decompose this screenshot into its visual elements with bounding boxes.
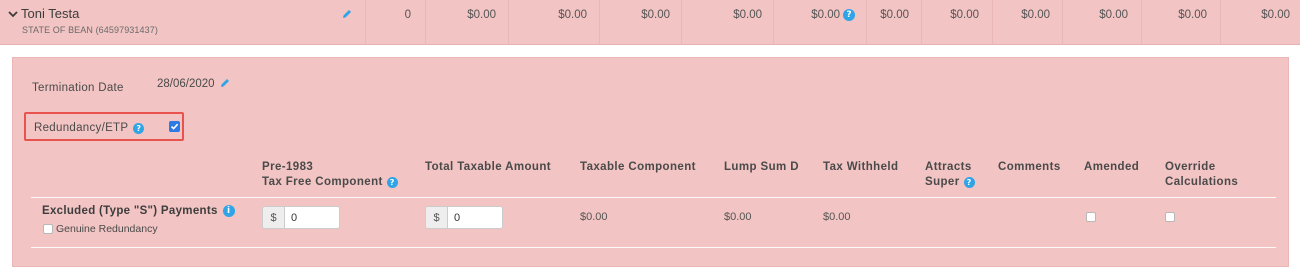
column-header-taxable-component: Taxable Component bbox=[580, 161, 696, 173]
total-taxable-input[interactable] bbox=[448, 207, 502, 228]
override-calculations-checkbox[interactable] bbox=[1165, 212, 1175, 222]
lump-sum-d-value: $0.00 bbox=[724, 211, 752, 223]
employee-cell: $0.00 bbox=[921, 0, 992, 45]
column-header-override: Override Calculations bbox=[1165, 161, 1239, 188]
column-header-pre1983: Pre-1983 Tax Free Component? bbox=[262, 160, 398, 190]
info-icon[interactable]: i bbox=[222, 205, 235, 217]
redundancy-etp-label: Redundancy/ETP bbox=[34, 122, 129, 134]
tax-withheld-value: $0.00 bbox=[823, 211, 851, 223]
pencil-icon[interactable] bbox=[341, 8, 353, 20]
excluded-payments-label: Excluded (Type "S") Payments i bbox=[42, 205, 235, 217]
employee-info: Toni Testa STATE OF BEAN (64597931437) bbox=[8, 6, 158, 35]
employee-cell: $0.00 bbox=[1062, 0, 1141, 45]
pencil-icon[interactable] bbox=[219, 77, 231, 89]
employee-subtitle: STATE OF BEAN (64597931437) bbox=[22, 25, 158, 35]
chevron-down-icon[interactable] bbox=[8, 9, 18, 19]
employee-cell: $0.00 bbox=[866, 0, 921, 45]
employee-row[interactable]: Toni Testa STATE OF BEAN (64597931437) 0… bbox=[0, 0, 1300, 45]
column-header-comments: Comments bbox=[998, 161, 1061, 173]
currency-prefix: $ bbox=[263, 207, 285, 228]
help-icon[interactable]: ? bbox=[843, 9, 855, 21]
column-header-attracts-super: Attracts Super? bbox=[925, 160, 975, 190]
column-header-total-taxable: Total Taxable Amount bbox=[425, 161, 551, 173]
employee-cell: $0.00 bbox=[1220, 0, 1300, 45]
employee-cell: $0.00 bbox=[1141, 0, 1220, 45]
amended-checkbox[interactable] bbox=[1086, 212, 1096, 222]
termination-date-value: 28/06/2020 bbox=[157, 78, 215, 90]
table-divider bbox=[31, 197, 1276, 198]
employee-name: Toni Testa bbox=[21, 6, 80, 21]
genuine-redundancy-option[interactable]: Genuine Redundancy bbox=[43, 223, 158, 235]
checkbox-icon bbox=[170, 123, 179, 130]
column-header-lump-sum-d: Lump Sum D bbox=[724, 161, 799, 173]
help-icon[interactable]: ? bbox=[133, 122, 145, 134]
pre1983-amount-input[interactable] bbox=[285, 207, 339, 228]
total-taxable-input-group: $ bbox=[425, 206, 503, 229]
currency-prefix: $ bbox=[426, 207, 448, 228]
employee-cell: $0.00 bbox=[992, 0, 1062, 45]
pre1983-amount-input-group: $ bbox=[262, 206, 340, 229]
termination-date-label: Termination Date bbox=[32, 82, 124, 94]
employee-cell: $0.00 bbox=[681, 0, 773, 45]
table-divider bbox=[31, 247, 1276, 248]
employee-cell-hours: 0 bbox=[365, 0, 425, 45]
help-icon[interactable]: ? bbox=[386, 177, 398, 188]
employee-cell: $0.00 ? bbox=[773, 0, 866, 45]
column-header-amended: Amended bbox=[1084, 161, 1140, 173]
employee-cell: $0.00 bbox=[599, 0, 681, 45]
redundancy-etp-highlight: Redundancy/ETP ? bbox=[24, 112, 184, 141]
termination-panel: Termination Date 28/06/2020 Redundancy/E… bbox=[12, 57, 1289, 267]
employee-cell: $0.00 bbox=[508, 0, 599, 45]
taxable-component-value: $0.00 bbox=[580, 211, 608, 223]
genuine-redundancy-checkbox[interactable] bbox=[43, 224, 53, 234]
employee-cell: $0.00 bbox=[425, 0, 508, 45]
column-header-tax-withheld: Tax Withheld bbox=[823, 161, 899, 173]
redundancy-etp-checkbox[interactable] bbox=[169, 121, 180, 132]
help-icon[interactable]: ? bbox=[963, 177, 975, 188]
